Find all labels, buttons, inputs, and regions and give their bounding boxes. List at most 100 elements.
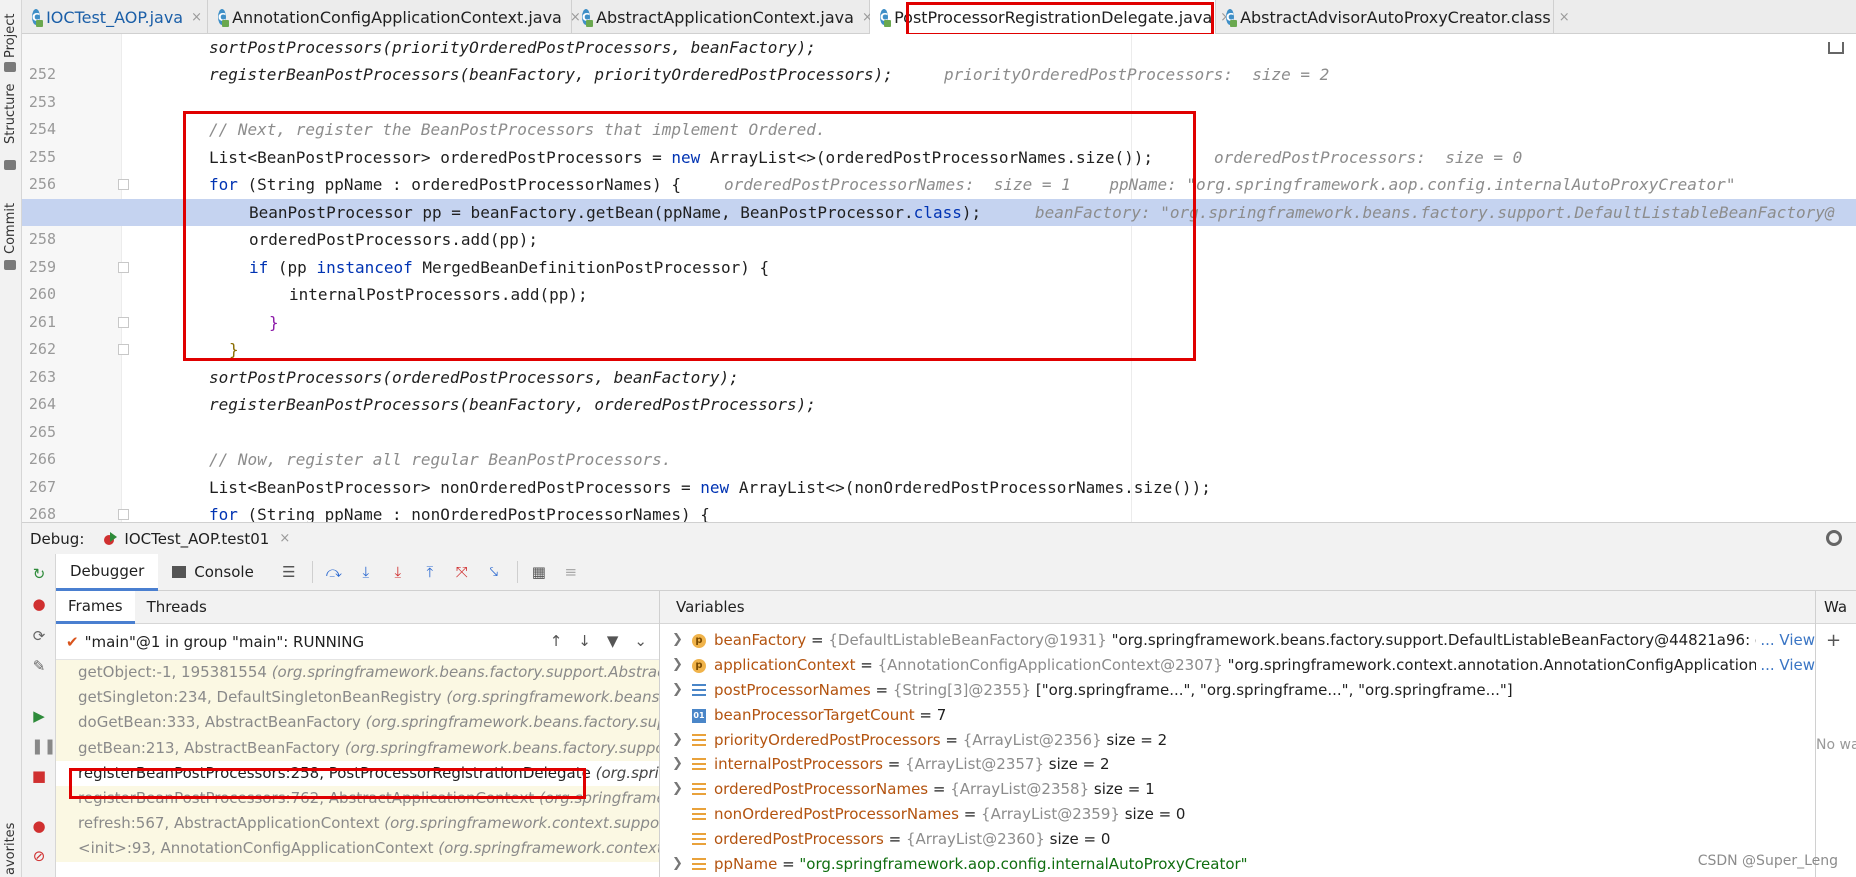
var-name: beanFactory xyxy=(714,631,807,649)
view-link[interactable]: ... View xyxy=(1756,628,1815,653)
variable-row[interactable]: ❯ postProcessorNames = {String[3]@2355} … xyxy=(660,678,1815,703)
chevron-right-icon[interactable]: ❯ xyxy=(672,628,683,653)
code-segment: ArrayList<>(nonOrderedPostProcessorNames… xyxy=(729,477,1211,497)
list-icon xyxy=(692,733,706,748)
stop-icon[interactable]: ■ xyxy=(31,768,47,784)
code-keyword: new xyxy=(700,477,730,497)
tab-label: PostProcessorRegistrationDelegate.java xyxy=(894,7,1213,27)
mute-breakpoints-icon[interactable]: ⊘ xyxy=(31,848,47,864)
evaluate-expression-icon[interactable]: ▦ xyxy=(528,561,550,583)
variable-row[interactable]: ❯ p beanFactory = {DefaultListableBeanFa… xyxy=(660,628,1815,653)
run-to-cursor-icon[interactable]: ⤥ xyxy=(483,561,505,583)
rerun-failed-icon[interactable]: ● xyxy=(31,596,47,612)
fold-marker-icon[interactable] xyxy=(118,179,129,190)
view-breakpoints-icon[interactable]: ● xyxy=(31,818,47,834)
trace-icon[interactable]: ≡ xyxy=(560,561,582,583)
sync-icon[interactable]: ⟳ xyxy=(31,628,47,644)
code-keyword: instanceof xyxy=(316,257,413,277)
chevron-right-icon[interactable]: ❯ xyxy=(672,852,683,877)
layout-menu-icon[interactable]: ☰ xyxy=(278,561,300,583)
tab-debugger[interactable]: Debugger xyxy=(56,553,159,591)
stack-frame[interactable]: refresh:567, AbstractApplicationContext … xyxy=(56,811,659,837)
close-icon[interactable]: × xyxy=(191,10,202,25)
var-name: priorityOrderedPostProcessors xyxy=(714,730,941,749)
tab-abstract-application-context[interactable]: C AbstractApplicationContext.java × xyxy=(572,0,873,34)
stack-frame[interactable]: getBean:213, AbstractBeanFactory (org.sp… xyxy=(56,735,659,761)
chevron-right-icon[interactable]: ❯ xyxy=(672,653,683,678)
add-watch-icon[interactable]: + xyxy=(1826,630,1856,651)
chevron-right-icon[interactable]: ❯ xyxy=(672,777,683,802)
step-over-icon[interactable]: ⤼ xyxy=(323,561,345,583)
tab-console[interactable]: Console xyxy=(158,554,268,591)
watches-title: Wa xyxy=(1816,591,1856,624)
var-name: beanProcessorTargetCount xyxy=(714,705,915,724)
var-value: size = 0 xyxy=(1049,830,1111,849)
code-line-257: 257 for (String ppName : orderedPostProc… xyxy=(22,171,1856,221)
variable-row[interactable]: ❯ ppName = "org.springframework.aop.conf… xyxy=(660,852,1815,877)
stack-frame[interactable]: getSingleton:234, DefaultSingletonBeanRe… xyxy=(56,685,659,711)
tab-post-processor-registration-delegate[interactable]: C PostProcessorRegistrationDelegate.java… xyxy=(870,0,1231,34)
tab-label: AbstractAdvisorAutoProxyCreator.class xyxy=(1240,7,1551,27)
variable-row[interactable]: ❯ orderedPostProcessorNames = {ArrayList… xyxy=(660,777,1815,802)
fold-marker-icon[interactable] xyxy=(118,344,129,355)
frame-method: registerBeanPostProcessors:762, Abstract… xyxy=(78,788,535,807)
close-icon[interactable]: × xyxy=(1559,10,1570,25)
code-segment: (pp xyxy=(268,257,317,277)
variable-row[interactable]: 01 beanProcessorTargetCount = 7 xyxy=(660,703,1815,728)
view-link[interactable]: ... View xyxy=(1756,652,1815,678)
rerun-icon[interactable]: ↻ xyxy=(31,566,47,582)
tab-frames[interactable]: Frames xyxy=(56,590,135,624)
chevron-down-icon[interactable]: ⌄ xyxy=(634,632,647,650)
filter-icon[interactable]: ▼ xyxy=(607,632,619,650)
variable-row[interactable]: nonOrderedPostProcessorNames = {ArrayLis… xyxy=(660,802,1815,827)
stack-frame[interactable]: getObject:-1, 195381554 (org.springframe… xyxy=(56,660,659,686)
variable-row[interactable]: ❯ priorityOrderedPostProcessors = {Array… xyxy=(660,728,1815,753)
code-segment: List<BeanPostProcessor> orderedPostProce… xyxy=(209,147,672,167)
variable-row[interactable]: ❯ p applicationContext = {AnnotationConf… xyxy=(660,652,1815,678)
stack-frame-selected[interactable]: registerBeanPostProcessors:258, PostProc… xyxy=(56,760,659,786)
list-icon xyxy=(692,858,706,873)
gear-icon[interactable] xyxy=(1826,530,1842,546)
step-into-icon[interactable]: ⤓ xyxy=(355,561,377,583)
wrench-icon[interactable]: ✎ xyxy=(31,658,47,674)
tab-abstract-advisor-auto-proxy-creator[interactable]: C AbstractAdvisorAutoProxyCreator.class … xyxy=(1216,0,1570,34)
chevron-right-icon[interactable]: ❯ xyxy=(672,678,683,703)
code-line-258-execution-point: 258 BeanPostProcessor pp = beanFactory.g… xyxy=(22,198,1856,248)
close-icon[interactable]: × xyxy=(279,531,290,546)
structure-tool-tab[interactable]: Structure xyxy=(3,84,18,144)
project-tool-tab[interactable]: Project xyxy=(3,14,18,58)
stack-frame[interactable]: registerBeanPostProcessors:762, Abstract… xyxy=(56,785,659,812)
variable-row[interactable]: orderedPostProcessors = {ArrayList@2360}… xyxy=(660,827,1815,852)
resume-icon[interactable]: ▶ xyxy=(31,708,47,724)
variable-row[interactable]: ❯ internalPostProcessors = {ArrayList@23… xyxy=(660,752,1815,777)
commit-tool-tab[interactable]: Commit xyxy=(3,203,18,254)
pause-icon[interactable]: ❚❚ xyxy=(31,738,56,754)
fold-marker-icon[interactable] xyxy=(118,509,129,520)
code-keyword: for xyxy=(209,505,238,522)
thread-selector[interactable]: ✔ "main"@1 in group "main": RUNNING ↑ ↓ … xyxy=(56,624,659,660)
arrow-down-icon[interactable]: ↓ xyxy=(578,632,591,650)
code-editor[interactable]: 252 sortPostProcessors(priorityOrderedPo… xyxy=(22,34,1856,522)
stack-frame[interactable]: <init>:93, AnnotationConfigApplicationCo… xyxy=(56,836,659,862)
stack-frame[interactable]: doGetBean:333, AbstractBeanFactory (org.… xyxy=(56,710,659,736)
chevron-right-icon[interactable]: ❯ xyxy=(672,728,683,753)
arrow-up-icon[interactable]: ↑ xyxy=(550,632,563,650)
tab-ioctest-aop[interactable]: C IOCTest_AOP.java × xyxy=(22,0,208,34)
tab-threads[interactable]: Threads xyxy=(135,591,219,624)
var-type: {AnnotationConfigApplicationContext@2307… xyxy=(877,655,1223,674)
favorites-tool-tab[interactable]: avorites xyxy=(3,823,18,875)
session-name: IOCTest_AOP.test01 xyxy=(124,529,270,548)
chevron-right-icon[interactable]: ❯ xyxy=(672,752,683,777)
fold-marker-icon[interactable] xyxy=(118,261,129,273)
step-out-icon[interactable]: ⤒ xyxy=(419,561,441,583)
list-icon xyxy=(692,783,706,798)
debug-session-tab[interactable]: IOCTest_AOP.test01 × xyxy=(104,530,290,548)
drop-frame-icon[interactable]: ⤧ xyxy=(451,561,473,583)
code-brace: } xyxy=(229,340,239,359)
var-name: postProcessorNames xyxy=(714,680,871,699)
tab-annotation-config-application-context[interactable]: C AnnotationConfigApplicationContext.jav… xyxy=(208,0,581,34)
frame-method: doGetBean:333, AbstractBeanFactory xyxy=(78,713,361,732)
force-step-into-icon[interactable]: ⤓ xyxy=(387,561,409,583)
fold-marker-icon[interactable] xyxy=(118,316,129,328)
code-line-264: 264 sortPostProcessors(orderedPostProces… xyxy=(22,364,1856,414)
